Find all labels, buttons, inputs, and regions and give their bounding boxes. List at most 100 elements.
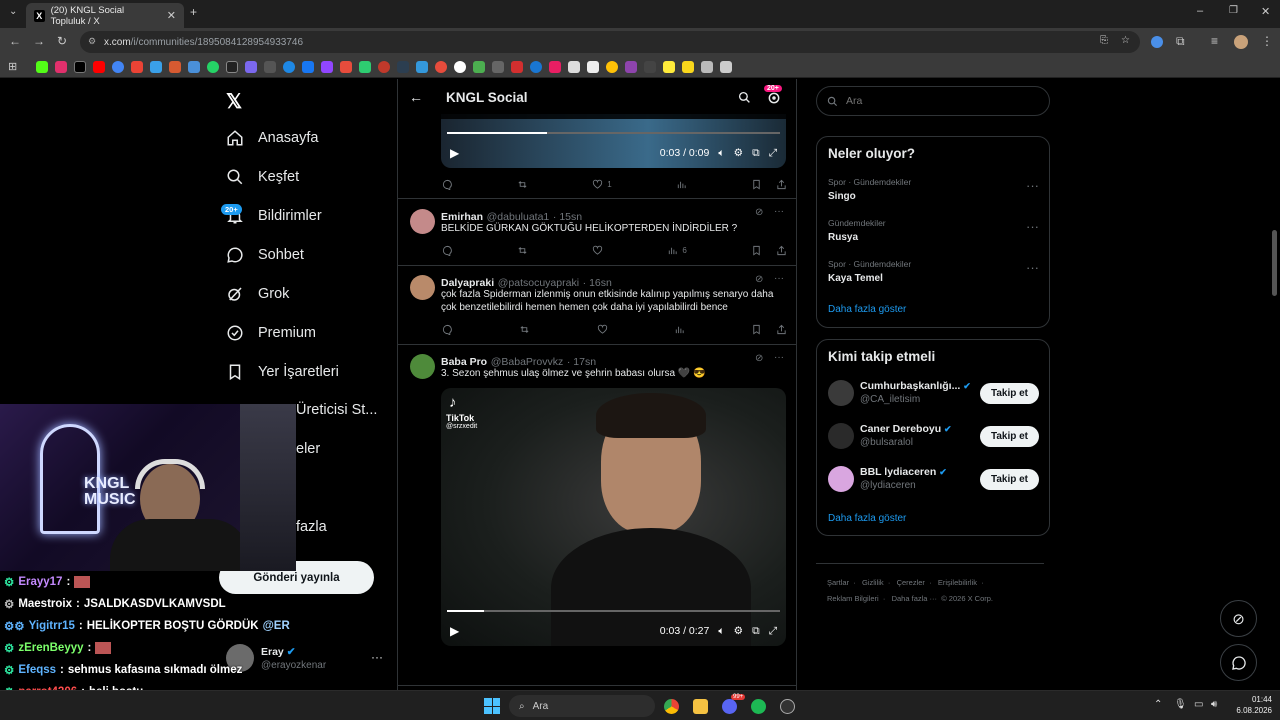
bookmark-icon[interactable] bbox=[663, 60, 676, 73]
more-icon[interactable]: ··· bbox=[1026, 219, 1039, 234]
browser-menu-icon[interactable]: ⋮ bbox=[1261, 34, 1273, 48]
bookmark-icon[interactable] bbox=[751, 245, 762, 256]
share-icon[interactable] bbox=[776, 324, 787, 335]
pip-icon[interactable]: ⧉ bbox=[752, 147, 760, 160]
tray-chevron-icon[interactable]: ⌃ bbox=[1154, 699, 1162, 710]
bookmark-icon[interactable] bbox=[169, 60, 182, 73]
play-icon[interactable]: ▶ bbox=[450, 624, 459, 638]
bookmark-icon[interactable] bbox=[435, 60, 448, 73]
repost-button[interactable] bbox=[517, 179, 528, 190]
extension-icon[interactable] bbox=[1151, 36, 1163, 48]
bookmark-icon[interactable] bbox=[416, 60, 429, 73]
grok-icon[interactable]: ⊘ bbox=[755, 353, 763, 364]
more-icon[interactable]: ··· bbox=[1026, 260, 1039, 275]
reply-button[interactable] bbox=[442, 324, 453, 335]
sidebar-item-lists[interactable]: eler bbox=[296, 441, 320, 457]
post[interactable]: Dalyapraki @patsocuyapraki · 16sn ⊘ ··· … bbox=[398, 266, 796, 345]
footer-links[interactable]: Şartlar · Gizlilik · Çerezler · Erişileb… bbox=[827, 578, 984, 587]
bookmark-icon[interactable] bbox=[751, 179, 762, 190]
follow-suggestion[interactable]: Cumhurbaşkanlığı... ✔ @CA_iletisim Takip… bbox=[817, 376, 1049, 416]
follow-button[interactable]: Takip et bbox=[980, 469, 1039, 490]
more-icon[interactable]: ··· bbox=[774, 352, 784, 363]
sidebar-item-bookmarks[interactable]: Yer İşaretleri bbox=[226, 363, 339, 381]
settings-icon[interactable]: ⚙ bbox=[734, 147, 743, 159]
apps-grid-icon[interactable]: ⊞ bbox=[8, 60, 17, 73]
gear-icon[interactable] bbox=[767, 91, 781, 105]
fullscreen-icon[interactable]: ⤢ bbox=[769, 625, 777, 638]
bookmark-icon[interactable] bbox=[397, 60, 410, 73]
sidebar-item-more[interactable]: fazla bbox=[296, 519, 327, 535]
volume-icon[interactable]: 🔈︎ bbox=[718, 625, 724, 638]
tab-list-icon[interactable]: ⌄ bbox=[9, 6, 17, 17]
whatsapp-bookmark-icon[interactable] bbox=[207, 60, 220, 73]
reply-button[interactable] bbox=[442, 179, 453, 190]
facebook-bookmark-icon[interactable] bbox=[302, 60, 315, 73]
spotify-icon[interactable] bbox=[751, 699, 766, 714]
search-icon[interactable] bbox=[738, 91, 751, 104]
trend-item[interactable]: Gündemdekiler Rusya ··· bbox=[817, 214, 1049, 254]
youtube-bookmark-icon[interactable] bbox=[93, 60, 106, 73]
gmail-bookmark-icon[interactable] bbox=[131, 60, 144, 73]
instagram-bookmark-icon[interactable] bbox=[55, 60, 68, 73]
file-explorer-icon[interactable] bbox=[693, 699, 708, 714]
views-button[interactable]: 6 bbox=[667, 245, 687, 256]
trend-item[interactable]: Spor · Gündemdekiler Singo ··· bbox=[817, 173, 1049, 213]
grok-icon[interactable]: ⊘ bbox=[755, 274, 763, 285]
bookmark-icon[interactable] bbox=[226, 60, 239, 73]
repost-button[interactable] bbox=[519, 324, 530, 335]
search-box[interactable] bbox=[816, 86, 1050, 116]
follow-button[interactable]: Takip et bbox=[980, 383, 1039, 404]
back-arrow-icon[interactable]: ← bbox=[409, 89, 423, 105]
taskbar-search[interactable]: ⌕ Ara bbox=[509, 695, 655, 717]
like-button[interactable] bbox=[592, 245, 603, 256]
avatar[interactable] bbox=[410, 354, 435, 379]
scrollbar-thumb[interactable] bbox=[1272, 230, 1277, 296]
video-progress-track[interactable] bbox=[447, 132, 780, 134]
twitch-bookmark-icon[interactable] bbox=[321, 60, 334, 73]
follow-button[interactable]: Takip et bbox=[980, 426, 1039, 447]
bookmark-icon[interactable] bbox=[511, 60, 524, 73]
bookmark-icon[interactable] bbox=[378, 60, 391, 73]
kick-bookmark-icon[interactable] bbox=[36, 60, 49, 73]
trend-item[interactable]: Spor · Gündemdekiler Kaya Temel ··· bbox=[817, 255, 1049, 295]
sidebar-item-explore[interactable]: Keşfet bbox=[226, 168, 299, 186]
new-tab-icon[interactable]: + bbox=[190, 5, 197, 19]
x-bookmark-icon[interactable] bbox=[74, 60, 87, 73]
sidebar-item-creator-studio[interactable]: Üreticisi St... bbox=[296, 402, 377, 418]
more-icon[interactable]: ··· bbox=[774, 273, 784, 284]
bookmark-icon[interactable] bbox=[454, 60, 467, 73]
bookmark-icon[interactable] bbox=[492, 60, 505, 73]
clock[interactable]: 01:44 6.08.2026 bbox=[1232, 694, 1272, 716]
views-button[interactable] bbox=[674, 324, 685, 335]
fullscreen-icon[interactable]: ⤢ bbox=[769, 147, 777, 160]
bookmark-icon[interactable] bbox=[264, 60, 277, 73]
folder-bookmark-icon[interactable] bbox=[682, 60, 695, 73]
post[interactable]: Baba Pro @BabaProvvkz · 17sn ⊘ ··· 3. Se… bbox=[398, 345, 796, 686]
settings-icon[interactable]: ⚙ bbox=[734, 625, 743, 637]
show-more-link[interactable]: Daha fazla göster bbox=[828, 304, 906, 315]
show-more-link[interactable]: Daha fazla göster bbox=[828, 513, 906, 524]
share-icon[interactable] bbox=[776, 245, 787, 256]
messages-float-button[interactable] bbox=[1220, 644, 1257, 681]
obs-icon[interactable] bbox=[780, 699, 795, 714]
play-icon[interactable]: ▶ bbox=[450, 146, 459, 160]
x-logo-icon[interactable]: 𝕏 bbox=[226, 89, 242, 114]
bookmark-icon[interactable] bbox=[701, 60, 714, 73]
video-player[interactable]: ▶ 0:03 / 0:09 🔈︎ ⚙ ⧉ ⤢ bbox=[441, 114, 786, 168]
bookmark-icon[interactable] bbox=[644, 60, 657, 73]
bookmark-star-icon[interactable]: ☆ bbox=[1121, 35, 1130, 46]
bookmark-icon[interactable] bbox=[150, 60, 163, 73]
volume-icon[interactable]: 🔊︎ bbox=[1211, 699, 1217, 710]
window-close-icon[interactable]: ✕ bbox=[1261, 5, 1270, 18]
bookmark-icon[interactable] bbox=[340, 60, 353, 73]
more-icon[interactable]: ··· bbox=[774, 206, 784, 217]
account-menu-icon[interactable]: ··· bbox=[371, 650, 383, 664]
account-name[interactable]: Eray ✔ bbox=[261, 646, 296, 658]
avatar[interactable] bbox=[828, 466, 854, 492]
views-button[interactable] bbox=[676, 179, 687, 190]
chrome-icon[interactable] bbox=[664, 699, 679, 714]
bookmark-icon[interactable] bbox=[606, 60, 619, 73]
follow-suggestion[interactable]: BBL lydiaceren ✔ @lydiaceren Takip et bbox=[817, 462, 1049, 502]
install-app-icon[interactable]: ⎘ bbox=[1100, 35, 1108, 46]
reload-icon[interactable]: ↻ bbox=[57, 34, 67, 48]
